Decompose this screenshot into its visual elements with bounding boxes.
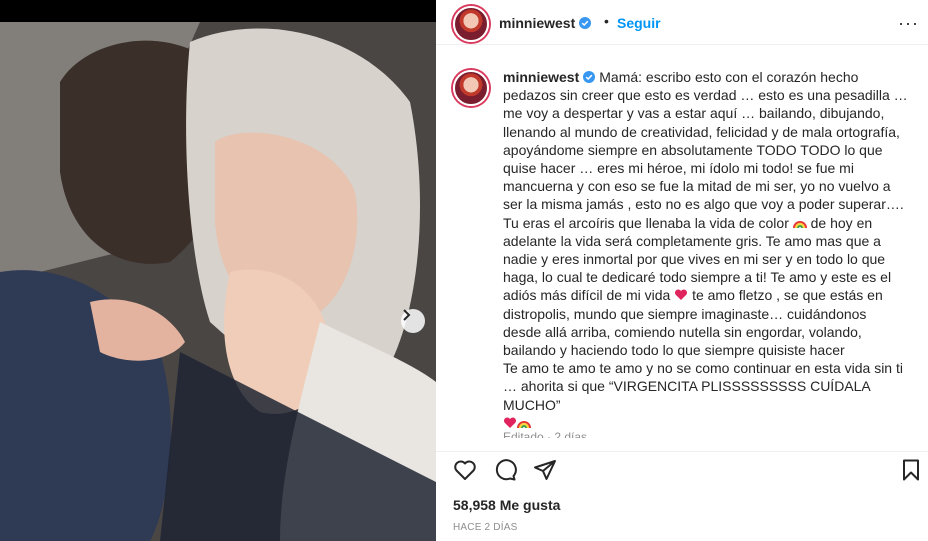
avatar[interactable] <box>453 6 489 42</box>
separator-dot: • <box>604 13 609 29</box>
paper-plane-icon[interactable] <box>533 458 557 482</box>
username[interactable]: minniewest <box>499 15 575 31</box>
more-options-button[interactable]: ··· <box>898 13 919 34</box>
edited-label: Editado · 2 días <box>503 430 588 438</box>
red-heart-emoji-icon <box>503 417 517 428</box>
rainbow-emoji-icon <box>792 220 807 228</box>
post-header: minniewest • Seguir ··· <box>436 0 928 45</box>
rainbow-emoji-icon <box>517 420 531 429</box>
likes-count[interactable]: 58,958 Me gusta <box>453 497 560 513</box>
red-heart-emoji-icon <box>675 289 688 301</box>
caption-text: minniewest Mamá: escribo esto con el cora… <box>503 68 908 432</box>
action-bar <box>436 451 928 492</box>
caption-part-3: te amo fletzo , se que estás en distropo… <box>503 287 903 413</box>
next-photo-button[interactable] <box>401 309 425 333</box>
verified-badge-icon <box>579 17 592 29</box>
heart-outline-icon[interactable] <box>453 458 477 482</box>
follow-button[interactable]: Seguir <box>617 15 661 31</box>
comment-icon[interactable] <box>493 458 517 482</box>
post-photo[interactable] <box>0 22 436 541</box>
caption-area: minniewest Mamá: escribo esto con el cora… <box>436 58 928 438</box>
timestamp[interactable]: HACE 2 DÍAS <box>453 522 517 533</box>
caption-username[interactable]: minniewest <box>503 69 579 85</box>
caption-avatar[interactable] <box>453 70 489 106</box>
photo-illustration <box>0 22 436 541</box>
verified-badge-icon <box>583 71 596 83</box>
post-panel: minniewest • Seguir ··· minniewest Mamá: … <box>436 0 928 541</box>
caption-part-1: Mamá: escribo esto con el corazón hecho … <box>503 69 912 231</box>
username-link[interactable]: minniewest <box>499 15 592 33</box>
bookmark-icon[interactable] <box>899 458 923 482</box>
